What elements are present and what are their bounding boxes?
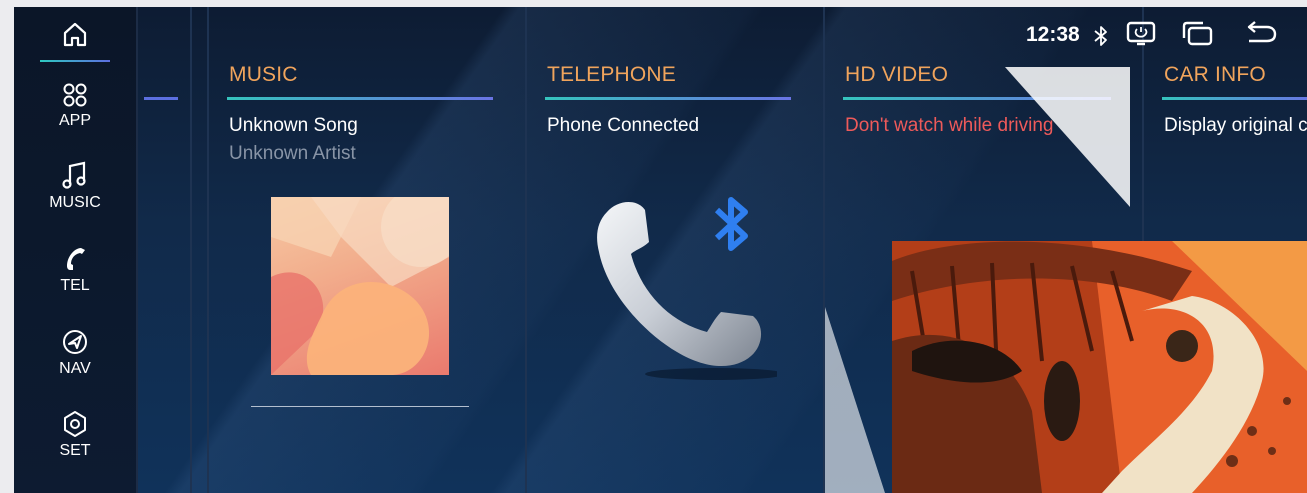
- bluetooth-icon: [714, 197, 748, 251]
- card-title: CAR INFO: [1164, 63, 1266, 86]
- home-icon: [63, 22, 87, 47]
- home-button[interactable]: [14, 13, 136, 65]
- sidebar-item-label: NAV: [59, 360, 91, 377]
- apps-icon: [61, 75, 89, 109]
- card-title: MUSIC: [229, 63, 298, 86]
- phone-status: Phone Connected: [547, 115, 700, 136]
- card-underline: [227, 97, 493, 100]
- sidebar-item-set[interactable]: SET: [14, 405, 136, 471]
- card-previous-partial[interactable]: [138, 7, 192, 493]
- head-unit-screen: APP MUSIC TEL NAV SET MUSIC Unknown Song…: [14, 7, 1307, 493]
- settings-hexagon-icon: [60, 405, 90, 439]
- clock: 12:38: [1026, 23, 1080, 46]
- sidebar-item-label: SET: [59, 442, 91, 459]
- card-telephone[interactable]: TELEPHONE Phone Connected: [525, 7, 811, 493]
- sidebar-item-app[interactable]: APP: [14, 75, 136, 141]
- screen-off-icon[interactable]: [1125, 20, 1157, 50]
- bluetooth-status-icon: [1094, 26, 1107, 46]
- video-frame: [892, 241, 1307, 493]
- status-bar: 12:38: [1007, 7, 1307, 59]
- video-floating-window[interactable]: [892, 241, 1307, 493]
- sidebar-item-tel[interactable]: TEL: [14, 240, 136, 306]
- recent-apps-icon[interactable]: [1179, 20, 1215, 50]
- progress-bar[interactable]: [251, 406, 469, 407]
- home-active-indicator: [40, 60, 110, 62]
- music-note-icon: [61, 157, 89, 191]
- sidebar: APP MUSIC TEL NAV SET: [14, 7, 138, 493]
- car-info-subtitle: Display original c: [1164, 115, 1307, 136]
- song-title: Unknown Song: [229, 115, 358, 136]
- card-title: TELEPHONE: [547, 63, 676, 86]
- card-underline: [545, 97, 791, 100]
- card-underline: [1162, 97, 1307, 100]
- sidebar-item-music[interactable]: MUSIC: [14, 157, 136, 223]
- sidebar-item-label: MUSIC: [49, 194, 101, 211]
- sidebar-item-label: TEL: [60, 277, 90, 294]
- album-art[interactable]: [271, 197, 449, 375]
- sidebar-item-label: APP: [58, 112, 91, 129]
- artist-name: Unknown Artist: [229, 143, 356, 164]
- back-icon[interactable]: [1241, 20, 1281, 50]
- card-underline: [144, 97, 178, 100]
- sidebar-item-nav[interactable]: NAV: [14, 323, 136, 389]
- card-music[interactable]: MUSIC Unknown Song Unknown Artist: [207, 7, 511, 493]
- navigation-icon: [60, 323, 90, 357]
- phone-handset-icon: [61, 240, 89, 274]
